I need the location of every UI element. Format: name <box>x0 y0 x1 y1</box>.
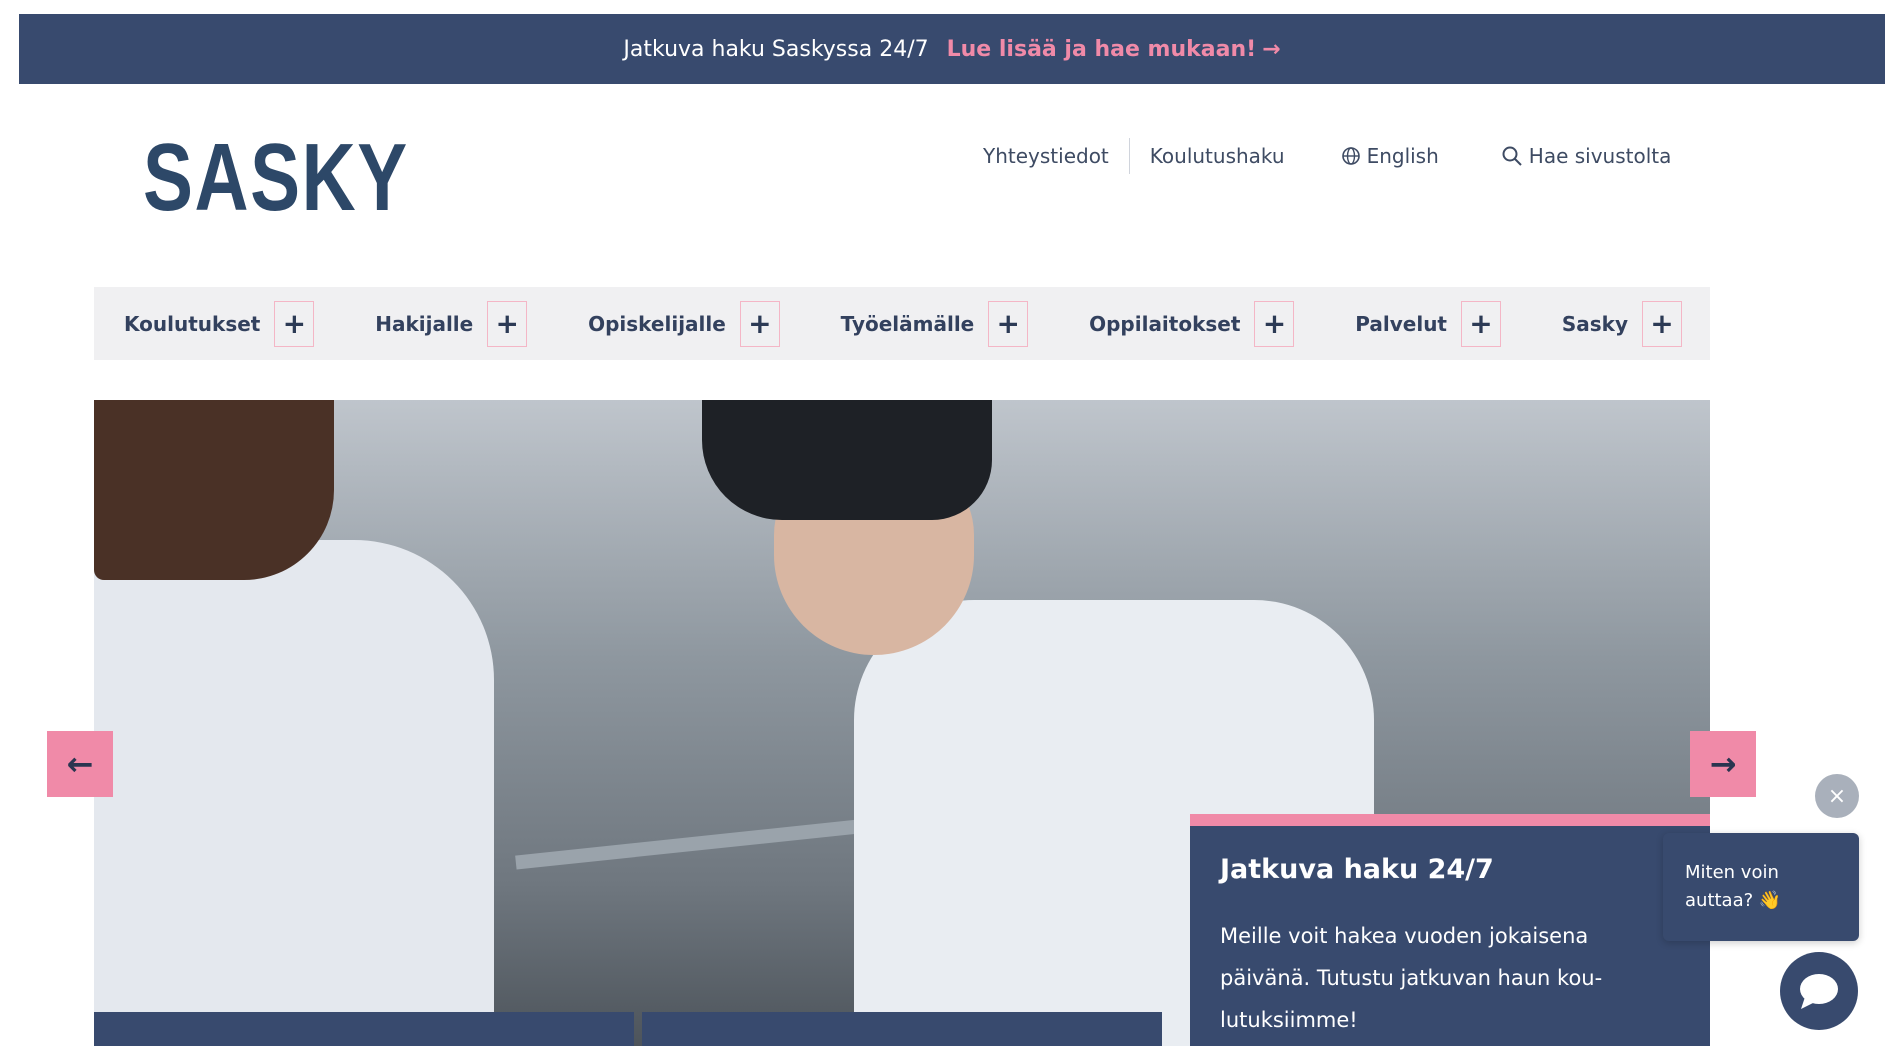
promo-card-body: Meille voit hakea vuoden jokaisena päivä… <box>1220 924 1603 1032</box>
chat-launcher-button[interactable] <box>1780 952 1858 1030</box>
arrow-right-icon: → <box>1709 745 1737 783</box>
nav-item-sasky[interactable]: Sasky + <box>1561 300 1682 347</box>
nav-item-palvelut[interactable]: Palvelut + <box>1355 300 1501 347</box>
nav-item-label: Koulutukset <box>124 311 261 336</box>
site-search[interactable]: Hae sivustolta <box>1501 144 1672 168</box>
nav-item-label: Oppilaitokset <box>1089 311 1241 336</box>
sasky-logo[interactable]: SASKY <box>143 130 409 226</box>
nav-item-label: Opiskelijalle <box>588 311 726 336</box>
announcement-link-label: Lue lisää ja hae mukaan! <box>946 36 1257 62</box>
nav-item-tyoelamalle[interactable]: Työelämälle + <box>840 300 1029 347</box>
promo-card[interactable]: Jatkuva haku 24/7 Meille voit hakea vuod… <box>1190 814 1710 1046</box>
promo-card-title: Jatkuva haku 24/7 <box>1220 854 1494 885</box>
language-switch[interactable]: English <box>1341 144 1439 168</box>
plus-icon[interactable]: + <box>1642 300 1682 347</box>
plus-icon[interactable]: + <box>739 300 780 347</box>
nav-item-opiskelijalle[interactable]: Opiskelijalle + <box>588 300 780 347</box>
hero-photo-detail <box>94 540 494 1046</box>
contact-link[interactable]: Yhteystiedot <box>983 144 1109 168</box>
carousel-prev-button[interactable]: ← <box>47 731 113 797</box>
chat-close-button[interactable]: × <box>1815 774 1859 818</box>
plus-icon[interactable]: + <box>1254 300 1295 347</box>
search-icon <box>1502 146 1522 166</box>
nav-item-label: Palvelut <box>1355 311 1447 336</box>
divider <box>1128 138 1130 174</box>
announcement-link[interactable]: Lue lisää ja hae mukaan! → <box>947 37 1281 62</box>
hero-photo-detail <box>94 400 334 580</box>
plus-icon[interactable]: + <box>1461 300 1501 347</box>
hero-photo-detail <box>702 400 992 520</box>
main-nav: Koulutukset + Hakijalle + Opiskelijalle … <box>94 287 1710 360</box>
close-icon: × <box>1827 783 1847 809</box>
chat-icon <box>1800 974 1838 1009</box>
nav-item-label: Sasky <box>1561 311 1628 336</box>
plus-icon[interactable]: + <box>988 300 1029 347</box>
chat-greeting-bubble[interactable]: Miten voin auttaa? 👋 <box>1663 833 1859 941</box>
plus-icon[interactable]: + <box>274 300 315 347</box>
announcement-bar: Jatkuva haku Saskyssa 24/7 Lue lisää ja … <box>19 14 1885 84</box>
arrow-right-icon: → <box>1262 36 1281 62</box>
utility-nav: Yhteystiedot Koulutushaku English Hae si… <box>983 138 1671 174</box>
language-label: English <box>1366 144 1439 168</box>
course-search-link[interactable]: Koulutushaku <box>1150 144 1285 168</box>
site-search-label: Hae sivustolta <box>1528 144 1672 168</box>
hero-caption-panel <box>642 1012 1162 1046</box>
carousel-next-button[interactable]: → <box>1690 731 1756 797</box>
hero-caption-panel <box>94 1012 634 1046</box>
nav-item-hakijalle[interactable]: Hakijalle + <box>375 300 528 347</box>
announcement-text: Jatkuva haku Saskyssa 24/7 <box>623 36 929 62</box>
plus-icon[interactable]: + <box>487 300 528 347</box>
arrow-left-icon: ← <box>66 745 94 783</box>
nav-item-label: Työelämälle <box>840 311 975 336</box>
nav-item-koulutukset[interactable]: Koulutukset + <box>124 300 315 347</box>
nav-item-oppilaitokset[interactable]: Oppilaitokset + <box>1089 300 1295 347</box>
globe-icon <box>1341 147 1360 165</box>
nav-item-label: Hakijalle <box>375 311 474 336</box>
